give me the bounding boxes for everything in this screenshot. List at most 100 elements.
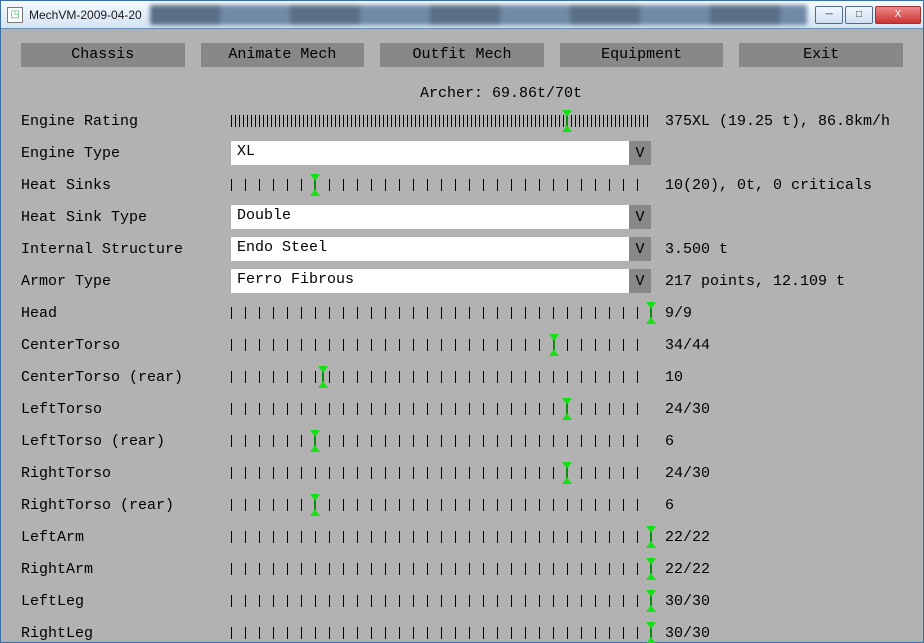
minimize-button[interactable]: ─ [815,6,843,24]
slider-engine-rating[interactable] [231,111,651,131]
label-engine-rating: Engine Rating [21,113,231,130]
slider-handle-icon[interactable] [562,110,572,132]
window-buttons: ─ □ X [815,6,921,24]
chevron-down-icon[interactable]: V [629,269,651,293]
label-heat-sinks: Heat Sinks [21,177,231,194]
row-left-torso-rear: LeftTorso (rear) 6 [21,426,903,456]
window: ◳ MechVM-2009-04-20 ─ □ X Chassis Animat… [0,0,924,643]
info-right-leg: 30/30 [665,625,710,642]
slider-head[interactable] [231,303,651,323]
dropdown-heat-sink-type[interactable]: Double V [231,205,651,229]
info-head: 9/9 [665,305,692,322]
slider-center-torso-rear[interactable] [231,367,651,387]
row-internal-structure: Internal Structure Endo Steel V 3.500 t [21,234,903,264]
row-heat-sinks: Heat Sinks 10(20), 0t, 0 criticals [21,170,903,200]
row-right-torso-rear: RightTorso (rear) 6 [21,490,903,520]
outfit-button[interactable]: Outfit Mech [380,43,544,67]
equipment-button[interactable]: Equipment [560,43,724,67]
info-armor-type: 217 points, 12.109 t [665,273,845,290]
label-left-torso-rear: LeftTorso (rear) [21,433,231,450]
row-left-arm: LeftArm 22/22 [21,522,903,552]
row-center-torso-rear: CenterTorso (rear) 10 [21,362,903,392]
dropdown-value: Ferro Fibrous [231,269,629,293]
info-left-arm: 22/22 [665,529,710,546]
dropdown-value: XL [231,141,629,165]
label-head: Head [21,305,231,322]
config-rows: Engine Rating 375XL (19.25 t), 86.8km/h … [21,106,903,643]
slider-handle-icon[interactable] [562,462,572,484]
slider-handle-icon[interactable] [646,302,656,324]
titlebar: ◳ MechVM-2009-04-20 ─ □ X [1,1,923,29]
info-internal-structure: 3.500 t [665,241,728,258]
slider-right-torso-rear[interactable] [231,495,651,515]
chassis-button[interactable]: Chassis [21,43,185,67]
row-armor-type: Armor Type Ferro Fibrous V 217 points, 1… [21,266,903,296]
dropdown-value: Double [231,205,629,229]
summary-label: Archer: 69.86t/70t [291,85,711,102]
info-heat-sinks: 10(20), 0t, 0 criticals [665,177,872,194]
slider-right-arm[interactable] [231,559,651,579]
dropdown-internal-structure[interactable]: Endo Steel V [231,237,651,261]
label-center-torso-rear: CenterTorso (rear) [21,369,231,386]
slider-handle-icon[interactable] [310,494,320,516]
info-right-torso-rear: 6 [665,497,674,514]
slider-handle-icon[interactable] [646,558,656,580]
slider-handle-icon[interactable] [318,366,328,388]
row-heat-sink-type: Heat Sink Type Double V [21,202,903,232]
slider-handle-icon[interactable] [646,526,656,548]
label-center-torso: CenterTorso [21,337,231,354]
info-center-torso-rear: 10 [665,369,683,386]
label-right-arm: RightArm [21,561,231,578]
label-right-torso: RightTorso [21,465,231,482]
row-left-leg: LeftLeg 30/30 [21,586,903,616]
row-head: Head 9/9 [21,298,903,328]
label-right-leg: RightLeg [21,625,231,642]
chevron-down-icon[interactable]: V [629,205,651,229]
label-internal-structure: Internal Structure [21,241,231,258]
slider-handle-icon[interactable] [646,590,656,612]
label-left-leg: LeftLeg [21,593,231,610]
slider-left-leg[interactable] [231,591,651,611]
slider-left-arm[interactable] [231,527,651,547]
row-engine-rating: Engine Rating 375XL (19.25 t), 86.8km/h [21,106,903,136]
info-right-torso: 24/30 [665,465,710,482]
row-right-arm: RightArm 22/22 [21,554,903,584]
label-left-arm: LeftArm [21,529,231,546]
close-button[interactable]: X [875,6,921,24]
label-left-torso: LeftTorso [21,401,231,418]
slider-handle-icon[interactable] [310,430,320,452]
background-tabs [150,5,807,25]
label-right-torso-rear: RightTorso (rear) [21,497,231,514]
client-area: Chassis Animate Mech Outfit Mech Equipme… [1,29,923,642]
chevron-down-icon[interactable]: V [629,237,651,261]
info-left-leg: 30/30 [665,593,710,610]
row-right-torso: RightTorso 24/30 [21,458,903,488]
slider-center-torso[interactable] [231,335,651,355]
info-right-arm: 22/22 [665,561,710,578]
dropdown-value: Endo Steel [231,237,629,261]
animate-button[interactable]: Animate Mech [201,43,365,67]
dropdown-engine-type[interactable]: XL V [231,141,651,165]
app-icon: ◳ [7,7,23,23]
slider-left-torso[interactable] [231,399,651,419]
label-heat-sink-type: Heat Sink Type [21,209,231,226]
maximize-button[interactable]: □ [845,6,873,24]
slider-handle-icon[interactable] [562,398,572,420]
row-center-torso: CenterTorso 34/44 [21,330,903,360]
label-armor-type: Armor Type [21,273,231,290]
row-engine-type: Engine Type XL V [21,138,903,168]
slider-right-leg[interactable] [231,623,651,643]
row-left-torso: LeftTorso 24/30 [21,394,903,424]
info-left-torso: 24/30 [665,401,710,418]
info-left-torso-rear: 6 [665,433,674,450]
slider-heat-sinks[interactable] [231,175,651,195]
exit-button[interactable]: Exit [739,43,903,67]
slider-handle-icon[interactable] [310,174,320,196]
slider-right-torso[interactable] [231,463,651,483]
dropdown-armor-type[interactable]: Ferro Fibrous V [231,269,651,293]
slider-left-torso-rear[interactable] [231,431,651,451]
info-engine-rating: 375XL (19.25 t), 86.8km/h [665,113,890,130]
slider-handle-icon[interactable] [646,622,656,643]
slider-handle-icon[interactable] [549,334,559,356]
chevron-down-icon[interactable]: V [629,141,651,165]
